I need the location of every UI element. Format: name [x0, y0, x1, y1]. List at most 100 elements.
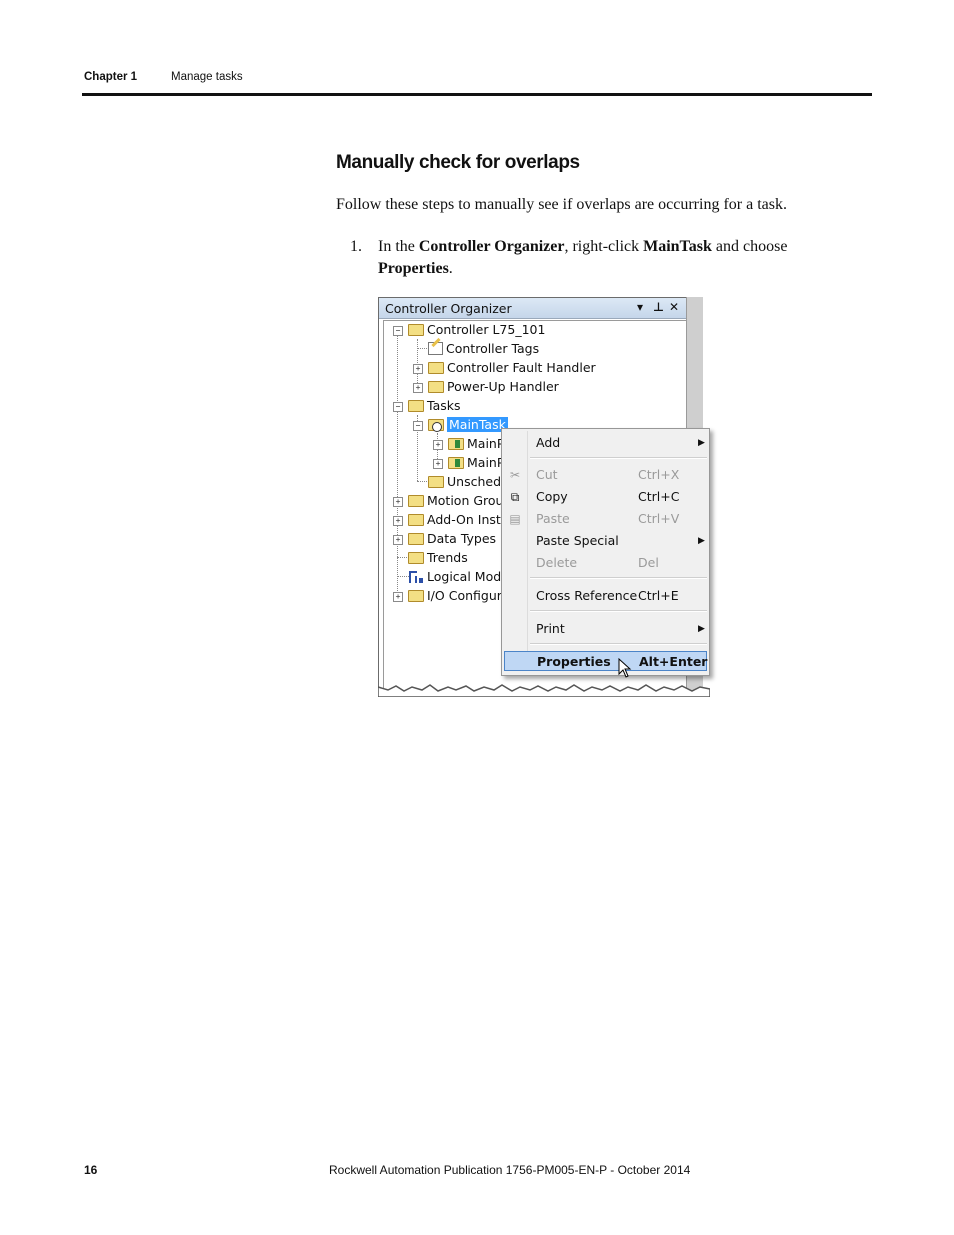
menu-item-cross-reference[interactable]: Cross Reference Ctrl+E [502, 586, 709, 606]
menu-item-label: Copy [536, 489, 568, 504]
tree-item-label: Tasks [427, 398, 461, 413]
submenu-arrow-icon: ▶ [698, 536, 705, 546]
menu-item-shortcut: Ctrl+X [638, 467, 680, 482]
expand-icon[interactable]: + [413, 383, 423, 393]
step-number: 1. [350, 238, 362, 255]
tree-item-motion-groups[interactable]: Motion Group [408, 492, 511, 510]
dropdown-icon[interactable]: ▾ [637, 300, 643, 314]
chapter-title: Manage tasks [171, 71, 243, 83]
expand-icon[interactable]: + [413, 364, 423, 374]
tree-item-label: Trends [427, 550, 468, 565]
tree-item-label: MainP [467, 436, 505, 451]
intro-paragraph: Follow these steps to manually see if ov… [336, 196, 787, 213]
copy-icon: ⧉ [510, 490, 520, 504]
pin-icon[interactable]: ⊥ [653, 300, 664, 314]
tree-item-mainprogram-2[interactable]: MainP [448, 454, 504, 472]
folder-icon [428, 381, 444, 393]
menu-item-shortcut: Alt+Enter [639, 654, 708, 669]
folder-icon [408, 495, 424, 507]
folder-icon [408, 324, 424, 336]
paste-icon: ▤ [509, 512, 521, 526]
expand-icon[interactable]: + [433, 459, 443, 469]
folder-icon [428, 362, 444, 374]
submenu-arrow-icon: ▶ [698, 438, 705, 448]
mouse-pointer-icon [618, 658, 632, 678]
tree-item-label: Data Types [427, 531, 497, 546]
expand-icon[interactable]: + [433, 440, 443, 450]
tree-item-unscheduled[interactable]: Unschedu [428, 473, 509, 491]
collapse-icon[interactable]: − [393, 402, 403, 412]
tree-item-logical-model[interactable]: Logical Mode [408, 568, 509, 586]
tree-item-mainprogram-1[interactable]: MainP [448, 435, 504, 453]
tags-icon [428, 337, 443, 355]
menu-item-label: Properties [537, 654, 611, 669]
menu-item-label: Cut [536, 467, 558, 482]
tree-item-powerup-handler[interactable]: Power-Up Handler [428, 378, 559, 396]
menu-item-copy[interactable]: ⧉ Copy Ctrl+C [502, 487, 709, 507]
menu-item-shortcut: Ctrl+E [638, 588, 679, 603]
tree-item-label: Controller Fault Handler [447, 360, 596, 375]
menu-item-properties[interactable]: Properties Alt+Enter [504, 651, 707, 671]
collapse-icon[interactable]: − [393, 326, 403, 336]
torn-edge [378, 684, 710, 697]
submenu-arrow-icon: ▶ [698, 624, 705, 634]
menu-item-label: Paste [536, 511, 570, 526]
logical-model-icon [408, 571, 424, 583]
tree-item-io-configuration[interactable]: I/O Configura [408, 587, 510, 605]
tree-line [417, 339, 418, 387]
menu-item-label: Add [536, 435, 561, 450]
section-title: Manually check for overlaps [336, 152, 580, 173]
tree-item-controller[interactable]: Controller L75_101 [408, 321, 545, 339]
folder-icon [408, 552, 424, 564]
folder-icon [408, 400, 424, 412]
tree-item-fault-handler[interactable]: Controller Fault Handler [428, 359, 596, 377]
menu-item-paste[interactable]: ▤ Paste Ctrl+V [502, 509, 709, 529]
expand-icon[interactable]: + [393, 516, 403, 526]
collapse-icon[interactable]: − [413, 421, 423, 431]
tree-item-tasks[interactable]: Tasks [408, 397, 461, 415]
task-icon [428, 419, 444, 432]
tree-item-label: Logical Mode [427, 569, 509, 584]
controller-organizer-screenshot: Controller Organizer ▾ ⊥ ✕ − + + − − + +… [378, 297, 710, 697]
menu-item-label: Print [536, 621, 565, 636]
tree-item-trends[interactable]: Trends [408, 549, 468, 567]
menu-item-print[interactable]: Print ▶ [502, 619, 709, 639]
tree-item-label: I/O Configura [427, 588, 510, 603]
context-menu: Add ▶ ✂ Cut Ctrl+X ⧉ Copy Ctrl+C ▤ Paste… [501, 428, 710, 678]
tree-item-data-types[interactable]: Data Types [408, 530, 496, 548]
menu-item-shortcut: Ctrl+V [638, 511, 680, 526]
menu-separator [530, 643, 707, 645]
menu-separator [530, 610, 707, 612]
menu-item-label: Cross Reference [536, 588, 638, 603]
chapter-label: Chapter 1 [84, 71, 138, 83]
tree-item-addon-instructions[interactable]: Add-On Instru [408, 511, 514, 529]
tree-item-maintask[interactable]: MainTask [428, 416, 508, 434]
menu-separator [530, 577, 707, 579]
step-text: In the Controller Organizer, right-click… [378, 238, 788, 277]
program-icon [448, 438, 464, 450]
menu-item-shortcut: Del [638, 555, 659, 570]
tree-item-controller-tags[interactable]: Controller Tags [428, 337, 540, 358]
expand-icon[interactable]: + [393, 535, 403, 545]
publication-info: Rockwell Automation Publication 1756-PM0… [329, 1163, 691, 1177]
scissors-icon: ✂ [509, 468, 521, 482]
page-number: 16 [84, 1163, 98, 1177]
menu-item-cut[interactable]: ✂ Cut Ctrl+X [502, 465, 709, 485]
menu-item-shortcut: Ctrl+C [638, 489, 680, 504]
menu-item-delete[interactable]: Delete Del [502, 553, 709, 573]
tree-item-label: Controller L75_101 [427, 322, 546, 337]
header-rule [82, 93, 872, 96]
folder-icon [408, 533, 424, 545]
panel-titlebar: Controller Organizer ▾ ⊥ ✕ [379, 298, 687, 319]
tree-item-label: Power-Up Handler [447, 379, 559, 394]
program-icon [448, 457, 464, 469]
menu-item-add[interactable]: Add ▶ [502, 433, 709, 453]
expand-icon[interactable]: + [393, 592, 403, 602]
menu-item-paste-special[interactable]: Paste Special ▶ [502, 531, 709, 551]
tree-item-label: Controller Tags [446, 341, 540, 356]
close-icon[interactable]: ✕ [669, 300, 679, 314]
folder-icon [408, 590, 424, 602]
menu-separator [530, 457, 707, 459]
expand-icon[interactable]: + [393, 497, 403, 507]
menu-item-label: Delete [536, 555, 578, 570]
